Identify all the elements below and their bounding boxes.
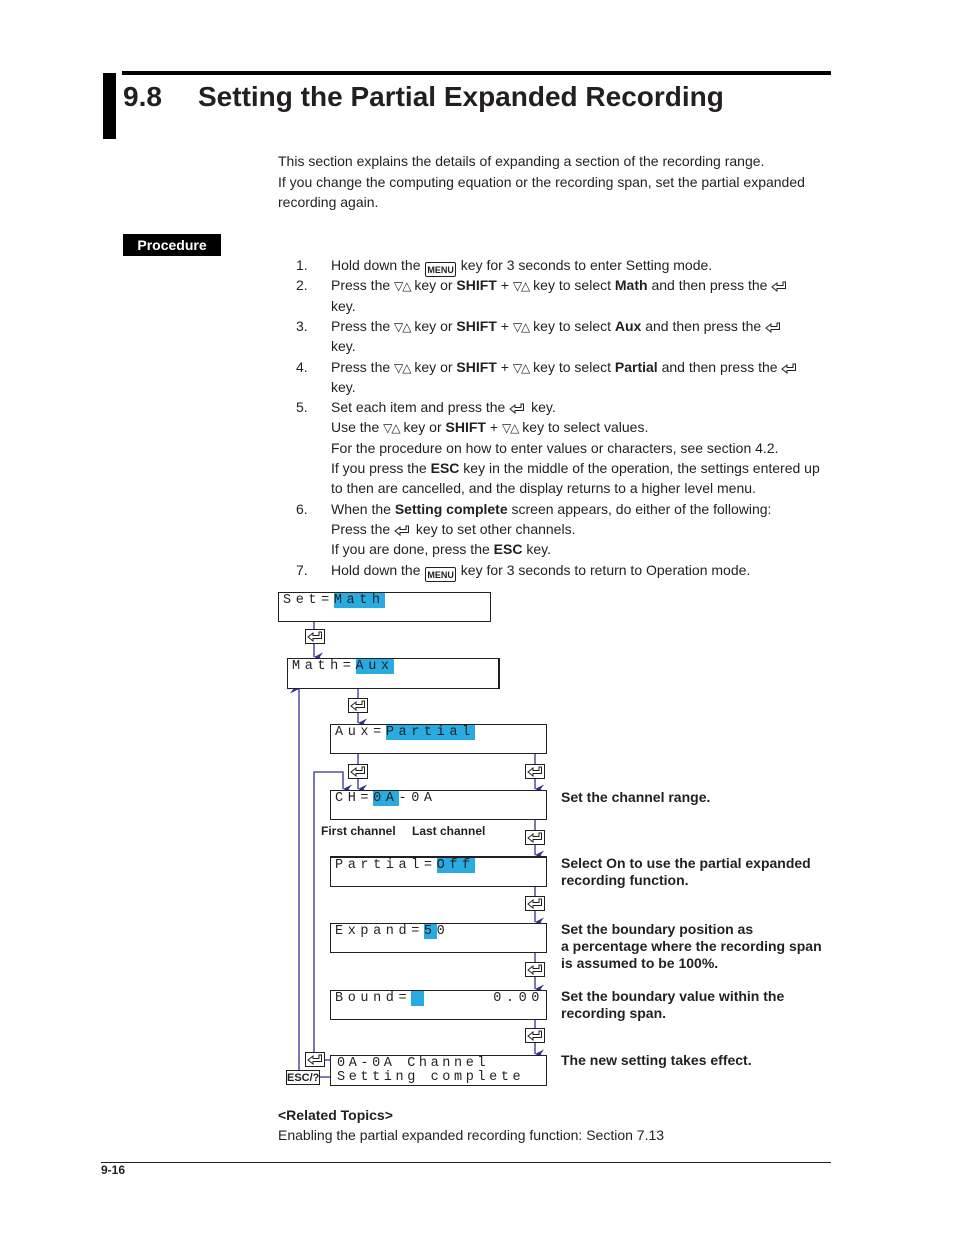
note-channel: Set the channel range. <box>561 789 711 805</box>
note-expand: Set the boundary position as a percentage… <box>561 921 822 972</box>
enter-key-icon <box>525 1028 545 1043</box>
note-complete: The new setting takes effect. <box>561 1052 752 1068</box>
screen-text: Math= <box>292 659 356 674</box>
screen-set-math: Set=Math <box>278 592 491 622</box>
screen-expand: Expand=50 <box>330 923 547 953</box>
enter-key-icon <box>305 629 325 644</box>
enter-key-icon <box>525 896 545 911</box>
screen-text: CH= <box>335 791 374 806</box>
screen-math-aux: Math=Aux <box>287 658 500 689</box>
screen-text: Setting complete <box>337 1070 525 1085</box>
page-number: 9-16 <box>101 1163 126 1177</box>
enter-key-icon <box>348 764 368 779</box>
screen-text: Bound= <box>335 991 412 1006</box>
related-topics-link[interactable]: Enabling the partial expanded recording … <box>278 1127 664 1143</box>
highlighted-value: Off <box>436 858 475 873</box>
note-line: Set the boundary position as <box>561 921 754 937</box>
screen-aux-partial: Aux=Partial <box>330 724 547 754</box>
highlighted-value: Math <box>333 593 385 608</box>
screen-text: -0A <box>398 791 437 806</box>
enter-key-icon <box>348 698 368 713</box>
first-channel-label: First channel <box>321 824 396 838</box>
note-line: Select On to use the partial expanded <box>561 855 811 871</box>
screen-text: 0A-0A Channel <box>337 1056 490 1071</box>
screen-setting-complete: 0A-0A Channel Setting complete <box>330 1055 547 1086</box>
highlighted-value: 5 <box>423 924 437 939</box>
note-line: Set the boundary value within the <box>561 988 785 1004</box>
highlighted-value: Aux <box>355 659 394 674</box>
bound-value: 0.00 <box>493 991 544 1006</box>
note-line: is assumed to be 100%. <box>561 955 719 971</box>
highlighted-value <box>411 991 424 1006</box>
screen-text: Aux= <box>335 725 386 740</box>
screen-channel-range: CH=0A-0A <box>330 790 547 820</box>
related-topics-heading: <Related Topics> <box>278 1107 393 1123</box>
screen-text: Partial= <box>335 858 437 873</box>
enter-key-icon <box>525 830 545 845</box>
screen-text: Set= <box>283 593 334 608</box>
screen-bound: Bound= 0.00 <box>330 990 547 1020</box>
screen-partial: Partial=Off <box>330 856 547 887</box>
highlighted-value: Partial <box>385 725 475 740</box>
esc-key-icon: ESC/? <box>286 1070 320 1085</box>
footer-rule <box>101 1162 831 1163</box>
last-channel-label: Last channel <box>412 824 486 838</box>
note-line: recording function. <box>561 872 689 888</box>
screen-text: 0 <box>436 924 450 939</box>
note-bound: Set the boundary value within the recordi… <box>561 988 784 1022</box>
screen-text: Expand= <box>335 924 424 939</box>
enter-key-icon <box>305 1052 325 1067</box>
highlighted-value: 0A <box>373 791 399 806</box>
note-line: a percentage where the recording span <box>561 938 822 954</box>
enter-key-icon <box>525 764 545 779</box>
enter-key-icon <box>525 962 545 977</box>
note-partial: Select On to use the partial expanded rec… <box>561 855 811 889</box>
note-line: recording span. <box>561 1005 667 1021</box>
